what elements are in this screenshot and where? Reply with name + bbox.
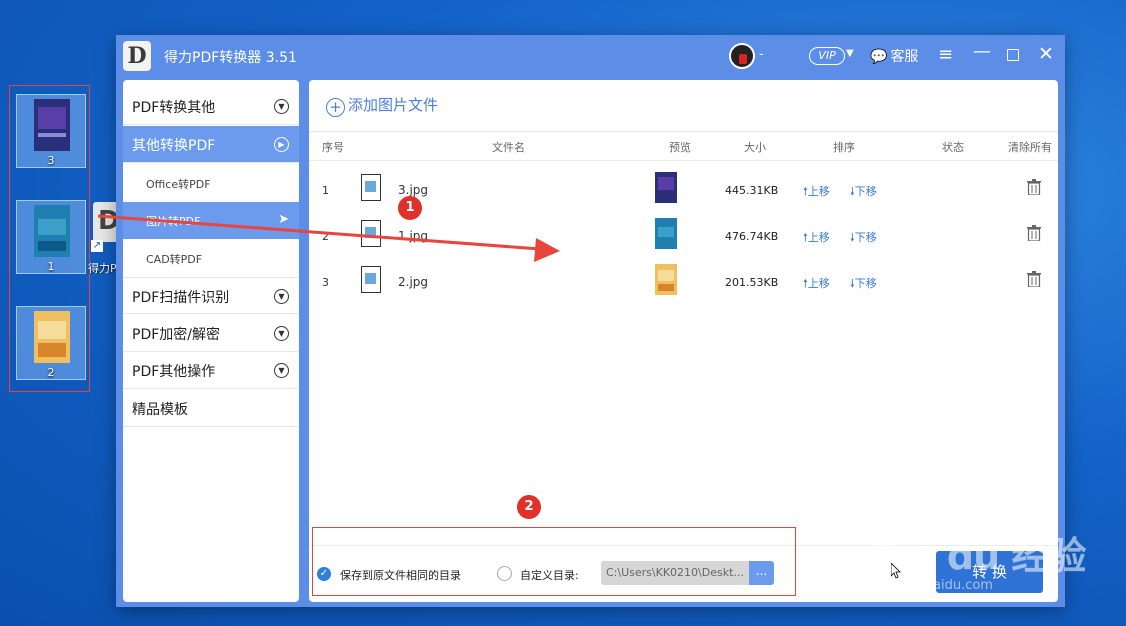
mouse-cursor-icon xyxy=(891,563,901,579)
watermark-url: jingyan.baidu.com xyxy=(873,578,993,593)
annotation-box xyxy=(312,527,796,596)
annotation-badge-1: 1 xyxy=(398,196,422,220)
watermark-text: Bai du 经验 xyxy=(870,534,1086,578)
annotation-badge-2: 2 xyxy=(517,495,541,519)
watermark: Bai du 经验 jingyan.baidu.com xyxy=(860,505,1090,605)
